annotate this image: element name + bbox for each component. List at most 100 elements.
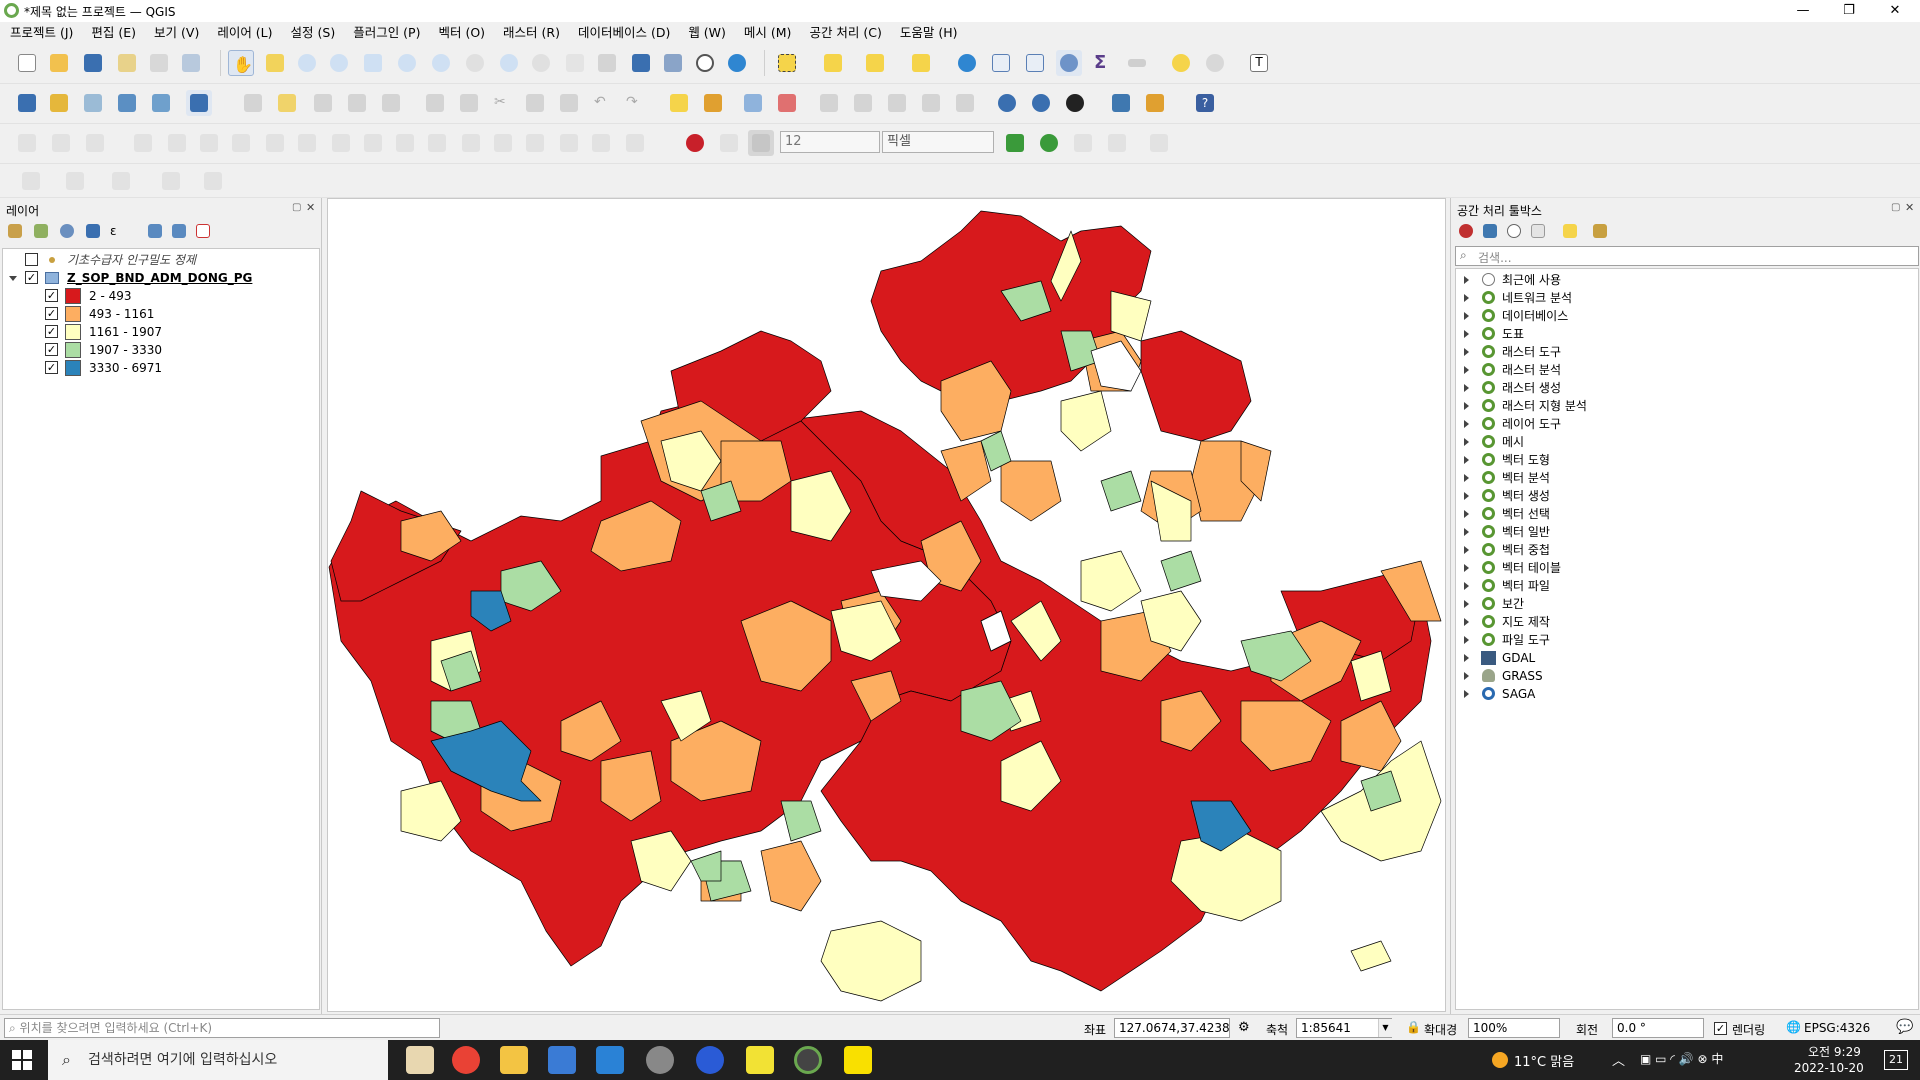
zoom-full-button[interactable] xyxy=(360,50,386,76)
open-project-button[interactable] xyxy=(46,50,72,76)
label-properties-button[interactable] xyxy=(918,90,944,116)
select-location-button[interactable] xyxy=(908,50,934,76)
new-print-layout-button[interactable] xyxy=(114,50,140,76)
snap-type-button[interactable] xyxy=(748,130,774,156)
expand-arrow-icon[interactable] xyxy=(1464,456,1469,464)
expand-arrow-icon[interactable] xyxy=(1464,654,1469,662)
web-service-3-button[interactable] xyxy=(1062,90,1088,116)
toolbox-item[interactable]: 벡터 테이블 xyxy=(1456,559,1916,577)
add-part-button[interactable] xyxy=(228,130,254,156)
annotation-button[interactable] xyxy=(1202,50,1228,76)
new-geopackage-button[interactable] xyxy=(46,90,72,116)
collapse-all-button[interactable] xyxy=(170,222,190,242)
legend-item[interactable]: ✓ 493 - 1161 xyxy=(3,305,319,323)
pan-to-selection-button[interactable] xyxy=(262,50,288,76)
expand-all-button[interactable] xyxy=(146,222,166,242)
sticky-notes-icon[interactable] xyxy=(746,1046,774,1074)
new-project-button[interactable] xyxy=(14,50,40,76)
windows-start-icon[interactable] xyxy=(12,1050,32,1070)
select-features-button[interactable] xyxy=(774,50,800,76)
expand-arrow-icon[interactable] xyxy=(1464,276,1469,284)
label-tool-button[interactable] xyxy=(666,90,692,116)
crs-button[interactable]: EPSG:4326 xyxy=(1804,1021,1870,1035)
magnifier-spinbox[interactable]: 100% xyxy=(1468,1018,1560,1038)
filter-legend-button[interactable] xyxy=(84,222,104,242)
save-project-button[interactable] xyxy=(80,50,106,76)
expand-arrow-icon[interactable] xyxy=(1464,492,1469,500)
weather-text[interactable]: 11°C 맑음 xyxy=(1514,1051,1574,1070)
toolbox-item-grass[interactable]: GRASS xyxy=(1456,667,1916,685)
web-service-2-button[interactable] xyxy=(1028,90,1054,116)
toolbox-item[interactable]: 벡터 생성 xyxy=(1456,487,1916,505)
pan-map-button[interactable]: ✋ xyxy=(228,50,254,76)
delete-ring-button[interactable] xyxy=(294,130,320,156)
toolbox-item[interactable]: 벡터 선택 xyxy=(1456,505,1916,523)
new-virtual-layer-button[interactable] xyxy=(148,90,174,116)
toolbox-item[interactable]: 벡터 일반 xyxy=(1456,523,1916,541)
menu-raster[interactable]: 래스터 (R) xyxy=(493,22,568,44)
ellipse-tool-button[interactable] xyxy=(62,168,88,194)
add-ring-button[interactable] xyxy=(196,130,222,156)
move-label-button[interactable] xyxy=(816,90,842,116)
minimize-button[interactable]: — xyxy=(1780,0,1826,22)
offset-symbols-button[interactable] xyxy=(588,130,614,156)
zoom-in-button[interactable] xyxy=(294,50,320,76)
expand-arrow-icon[interactable] xyxy=(1464,690,1469,698)
menu-mesh[interactable]: 메시 (M) xyxy=(734,22,800,44)
float-panel-icon[interactable]: ▢ xyxy=(1891,202,1900,213)
simplify-feature-button[interactable] xyxy=(164,130,190,156)
store-icon[interactable] xyxy=(548,1046,576,1074)
expand-arrow-icon[interactable] xyxy=(1464,510,1469,518)
models-button[interactable] xyxy=(1457,222,1477,242)
change-label-button[interactable] xyxy=(884,90,910,116)
toolbox-item[interactable]: 네트워크 분석 xyxy=(1456,289,1916,307)
taskbar-search-box[interactable]: ⌕ 검색하려면 여기에 입력하십시오 xyxy=(48,1040,388,1080)
snap-units-select[interactable]: 픽셀 xyxy=(882,131,994,153)
zoom-next-button[interactable] xyxy=(528,50,554,76)
snap-vertex-button[interactable] xyxy=(716,130,742,156)
menu-edit[interactable]: 편집 (E) xyxy=(81,22,144,44)
layer-visibility-checkbox[interactable]: ✓ xyxy=(25,271,38,284)
menu-layer[interactable]: 레이어 (L) xyxy=(207,22,280,44)
delete-selected-button[interactable] xyxy=(456,90,482,116)
zoom-to-selection-button[interactable] xyxy=(394,50,420,76)
reshape-button[interactable] xyxy=(360,130,386,156)
legend-item[interactable]: ✓ 2 - 493 xyxy=(3,287,319,305)
show-bookmarks-button[interactable] xyxy=(660,50,686,76)
split-parts-button[interactable] xyxy=(458,130,484,156)
layer-visibility-checkbox[interactable] xyxy=(25,253,38,266)
menu-vector[interactable]: 벡터 (O) xyxy=(428,22,493,44)
toolbox-item[interactable]: 벡터 중첩 xyxy=(1456,541,1916,559)
options-button[interactable] xyxy=(1591,222,1611,242)
tray-chevron-icon[interactable]: ︿ xyxy=(1612,1050,1625,1069)
toolbox-item[interactable]: 도표 xyxy=(1456,325,1916,343)
close-panel-icon[interactable]: ✕ xyxy=(306,201,315,214)
redo-button[interactable]: ↷ xyxy=(622,90,648,116)
modify-attributes-button[interactable] xyxy=(422,90,448,116)
close-button[interactable]: ✕ xyxy=(1872,0,1918,22)
new-shapefile-button[interactable] xyxy=(80,90,106,116)
expand-arrow-icon[interactable] xyxy=(1464,294,1469,302)
pin-labels-button[interactable] xyxy=(740,90,766,116)
expand-arrow-icon[interactable] xyxy=(1464,420,1469,428)
tray-icons[interactable]: ▣ ▭ ◜ 🔊 ⊗ 中 xyxy=(1640,1050,1723,1067)
rotate-label-button[interactable] xyxy=(850,90,876,116)
deselect-button[interactable] xyxy=(862,50,888,76)
toolbox-item[interactable]: 래스터 생성 xyxy=(1456,379,1916,397)
sum-button[interactable]: Σ xyxy=(1090,50,1116,76)
menu-view[interactable]: 보기 (V) xyxy=(144,22,207,44)
layout-manager-button[interactable] xyxy=(146,50,172,76)
data-source-manager-button[interactable] xyxy=(14,90,40,116)
toolbox-item[interactable]: 래스터 분석 xyxy=(1456,361,1916,379)
clock-time[interactable]: 오전 9:29 xyxy=(1808,1043,1861,1060)
web-service-button[interactable] xyxy=(994,90,1020,116)
expand-arrow-icon[interactable] xyxy=(1464,636,1469,644)
history-button[interactable] xyxy=(1505,222,1525,242)
snap-intersection-button[interactable] xyxy=(1070,130,1096,156)
notification-center-icon[interactable]: 21 xyxy=(1884,1050,1908,1070)
map-tips-button[interactable] xyxy=(1168,50,1194,76)
identify-button[interactable] xyxy=(954,50,980,76)
self-snapping-button[interactable] xyxy=(1146,130,1172,156)
menu-database[interactable]: 데이터베이스 (D) xyxy=(568,22,678,44)
legend-checkbox[interactable]: ✓ xyxy=(45,343,58,356)
